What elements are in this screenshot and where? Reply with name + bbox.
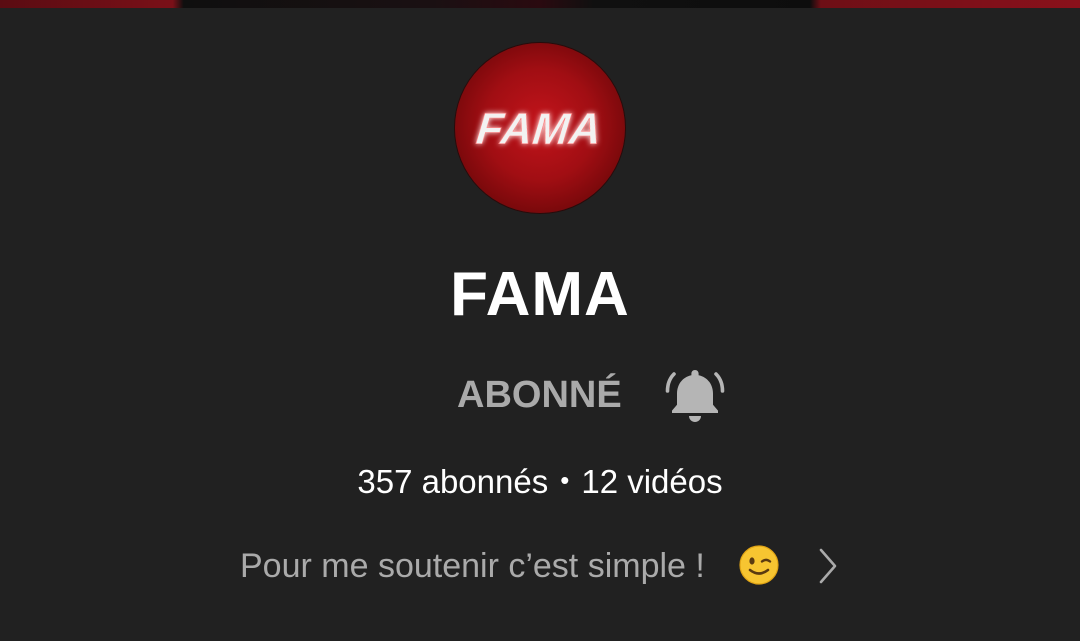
channel-description-link[interactable]: Pour me soutenir c’est simple ! [230, 538, 850, 594]
channel-description: Pour me soutenir c’est simple ! [240, 547, 705, 585]
video-count: 12 vidéos [581, 463, 723, 500]
subscribed-button[interactable]: ABONNÉ [447, 368, 632, 422]
winking-face-icon [739, 545, 779, 585]
bell-ringing-icon[interactable] [662, 362, 728, 428]
channel-title: FAMA [450, 260, 630, 329]
stats-separator: • [560, 465, 570, 495]
subscriber-count: 357 abonnés [357, 463, 549, 500]
channel-avatar[interactable]: FAMA [455, 43, 625, 213]
channel-stats: 357 abonnés • 12 vidéos [0, 458, 1080, 504]
avatar-logo-text: FAMA [474, 105, 604, 154]
subscription-row: ABONNÉ [0, 362, 1080, 428]
channel-banner-strip [0, 0, 1080, 8]
fama-logo: FAMA [474, 105, 604, 154]
chevron-right-icon [819, 548, 837, 584]
